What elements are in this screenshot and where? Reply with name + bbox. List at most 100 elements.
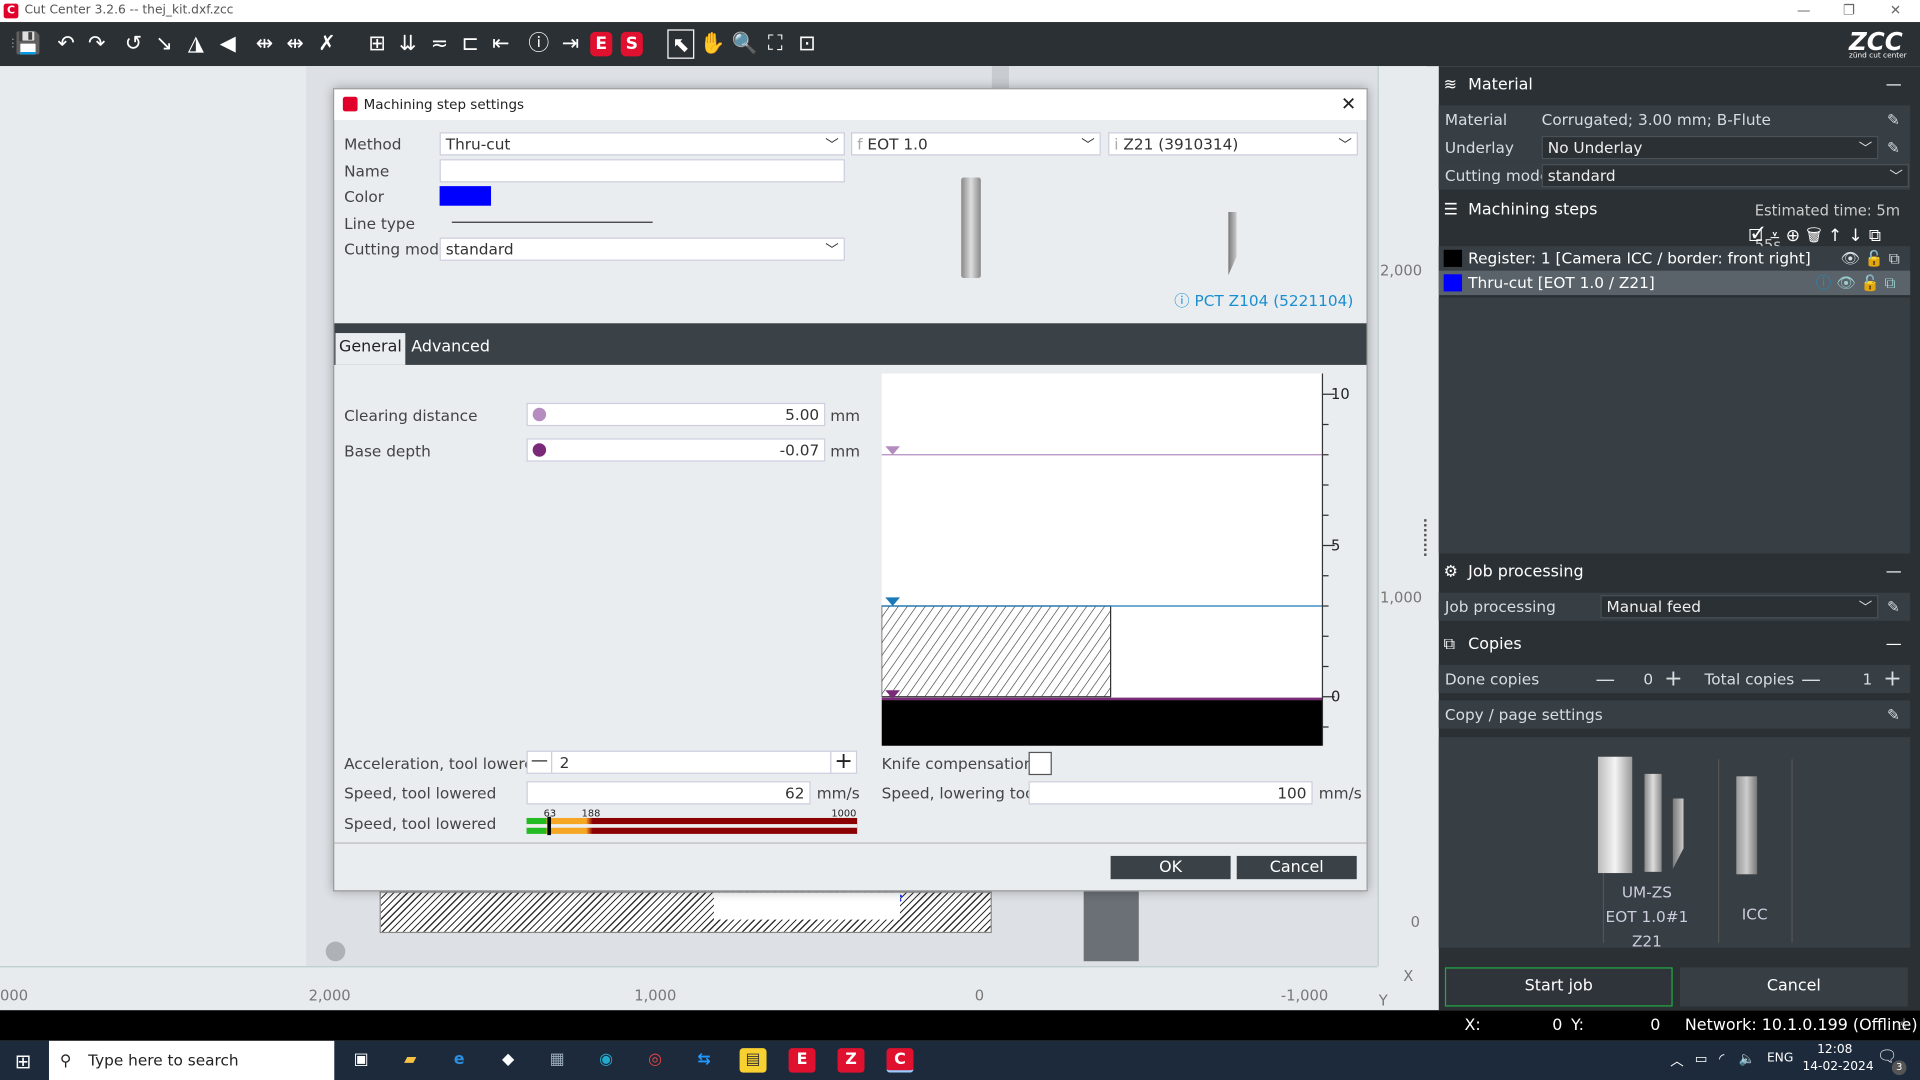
add-tool-step-icon[interactable]: ⊕ (1786, 227, 1806, 247)
move-down-icon[interactable]: ↓ (1848, 227, 1868, 247)
measure-edit-icon[interactable]: ⇹ (282, 29, 309, 58)
ep-icon[interactable]: ⊏ (457, 29, 484, 58)
tray-chevron-icon[interactable]: ︿ (1670, 1051, 1683, 1071)
calculator-icon[interactable]: ▦ (544, 1048, 571, 1072)
minimize-button[interactable]: — (1782, 0, 1826, 22)
blade-select[interactable]: i Z21 (3910314) ﹀ (1108, 132, 1358, 156)
zund-z-icon[interactable]: Z (837, 1048, 865, 1073)
chrome-icon[interactable]: ◎ (642, 1048, 669, 1072)
job-processing-select[interactable]: Manual feed ﹀ (1600, 595, 1879, 619)
add-step-icon[interactable]: ⩡ (1770, 227, 1786, 247)
language-indicator[interactable]: ENG (1767, 1052, 1793, 1065)
decrement-button[interactable]: — (528, 751, 553, 773)
base-depth-input[interactable]: -0.07 (526, 438, 826, 462)
cut-center-icon[interactable]: C (886, 1048, 914, 1073)
copy-icon[interactable]: ⧉ (1889, 249, 1905, 267)
cutting-mode-select[interactable]: standard ﹀ (439, 237, 845, 261)
taskbar-search[interactable]: ⚲ Type here to search (48, 1040, 335, 1080)
save-icon[interactable]: 💾 (15, 29, 42, 58)
edit-icon[interactable]: ✎ (1887, 133, 1900, 161)
offset-icon[interactable]: ≂ (426, 29, 453, 58)
method-select[interactable]: Thru-cut ﹀ (439, 132, 845, 156)
zund-e-icon[interactable]: E (788, 1048, 816, 1073)
eye-icon[interactable]: 👁 (1836, 273, 1860, 291)
delete-icon[interactable]: 🗑 (1806, 227, 1828, 247)
volume-icon[interactable]: 🔈 (1739, 1051, 1756, 1067)
tab-advanced[interactable]: Advanced (410, 333, 491, 365)
name-input[interactable] (439, 159, 845, 183)
measure-delete-icon[interactable]: ✗ (313, 29, 340, 58)
panel-cutting-mode-select[interactable]: standard ﹀ (1541, 164, 1909, 188)
tab-general[interactable]: General (335, 333, 406, 365)
touch-icon[interactable]: ☝ (1897, 1010, 1907, 1041)
undo-icon[interactable]: ↶ (53, 29, 80, 58)
collapse-button[interactable]: — (1886, 69, 1902, 103)
align-icon[interactable]: ⊞ (364, 29, 391, 58)
distribute-icon[interactable]: ⇊ (394, 29, 421, 58)
increment-button[interactable]: + (1664, 665, 1682, 693)
speed-lowering-input[interactable]: 100 (1028, 781, 1313, 805)
tool-select[interactable]: f EOT 1.0 ﹀ (851, 132, 1101, 156)
color-swatch[interactable] (439, 186, 492, 206)
clearing-distance-input[interactable]: 5.00 (526, 402, 826, 427)
measure-icon[interactable]: ⇹ (251, 29, 278, 58)
cancel-job-button[interactable]: Cancel (1680, 967, 1908, 1007)
done-copies-value[interactable]: 0 (1610, 665, 1653, 693)
sticky-notes-icon[interactable]: ▤ (739, 1048, 767, 1073)
edit-icon[interactable]: ✎ (1887, 105, 1900, 133)
mirror-horizontal-icon[interactable]: ◀ (214, 29, 241, 58)
pan-icon[interactable]: ✋ (699, 29, 726, 58)
ok-button[interactable]: OK (1110, 855, 1231, 880)
pct-info[interactable]: ⓘ PCT Z104 (5221104) (1174, 288, 1353, 311)
task-view-icon[interactable]: ▣ (348, 1048, 375, 1072)
windows-start-icon[interactable]: ⊞ (15, 1049, 31, 1072)
close-window-button[interactable]: ✕ (1873, 0, 1917, 22)
copy-icon[interactable]: ⧉ (1869, 227, 1887, 247)
select-icon[interactable]: ⬉ (667, 29, 695, 59)
fit-icon[interactable]: ⛶ (762, 29, 789, 58)
zoom-icon[interactable]: 🔍 (731, 29, 758, 58)
restore-button[interactable]: ❐ (1827, 0, 1871, 22)
line-type-sample[interactable] (451, 221, 653, 223)
wifi-icon[interactable]: ◜ (1719, 1051, 1724, 1067)
ie-icon[interactable]: e (446, 1048, 473, 1072)
step-row-selected[interactable]: Thru-cut [EOT 1.0 / Z21] ⓘ👁🔓⧉ (1438, 270, 1911, 296)
app-icon[interactable]: ◆ (495, 1048, 522, 1072)
clock-time[interactable]: 12:08 (1817, 1043, 1852, 1056)
collapse-button[interactable]: — (1886, 628, 1902, 662)
edge-icon[interactable]: ◉ (593, 1048, 620, 1072)
step-row[interactable]: Register: 1 [Camera ICC / border: front … (1438, 246, 1911, 271)
move-up-icon[interactable]: ↑ (1828, 227, 1848, 247)
rotate-icon[interactable]: ↺ (120, 29, 147, 58)
speed-lowered-input[interactable]: 62 (526, 781, 811, 805)
start-job-button[interactable]: Start job (1444, 967, 1673, 1007)
increment-button[interactable]: + (830, 750, 856, 773)
info-icon[interactable]: ⓘ (1816, 273, 1836, 291)
copy-page-settings-row[interactable]: Copy / page settings ✎ (1438, 700, 1911, 729)
info-icon[interactable]: ⓘ (525, 29, 552, 58)
e-icon[interactable]: E (590, 31, 613, 57)
import-icon[interactable]: ⇥ (557, 29, 584, 58)
meet-icon[interactable]: ▭ (1695, 1051, 1708, 1067)
apply-step-icon[interactable]: 🗹 (1749, 227, 1770, 247)
move-icon[interactable]: ↘ (151, 29, 178, 58)
clock-date[interactable]: 14-02-2024 (1802, 1060, 1873, 1073)
teamviewer-icon[interactable]: ⇆ (691, 1048, 718, 1072)
eye-icon[interactable]: 👁 (1840, 249, 1864, 267)
collapse-button[interactable]: — (1886, 556, 1902, 590)
bridge-icon[interactable]: ⇤ (487, 29, 514, 58)
lock-icon[interactable]: 🔓 (1860, 273, 1884, 291)
redo-icon[interactable]: ↷ (83, 29, 110, 58)
speed-bar[interactable] (526, 816, 858, 836)
increment-button[interactable]: + (1883, 665, 1901, 693)
cancel-button[interactable]: Cancel (1236, 855, 1357, 880)
speed-bar-indicator[interactable] (547, 816, 551, 836)
copy-icon[interactable]: ⧉ (1884, 273, 1900, 291)
close-icon[interactable]: ✕ (1341, 89, 1356, 120)
s-icon[interactable]: S (620, 31, 643, 57)
edit-icon[interactable]: ✎ (1887, 593, 1900, 621)
underlay-select[interactable]: No Underlay ﹀ (1541, 135, 1879, 160)
mirror-vertical-icon[interactable]: ◮ (182, 29, 209, 58)
fit-page-icon[interactable]: ⊡ (793, 29, 820, 58)
total-copies-value[interactable]: 1 (1818, 665, 1873, 693)
